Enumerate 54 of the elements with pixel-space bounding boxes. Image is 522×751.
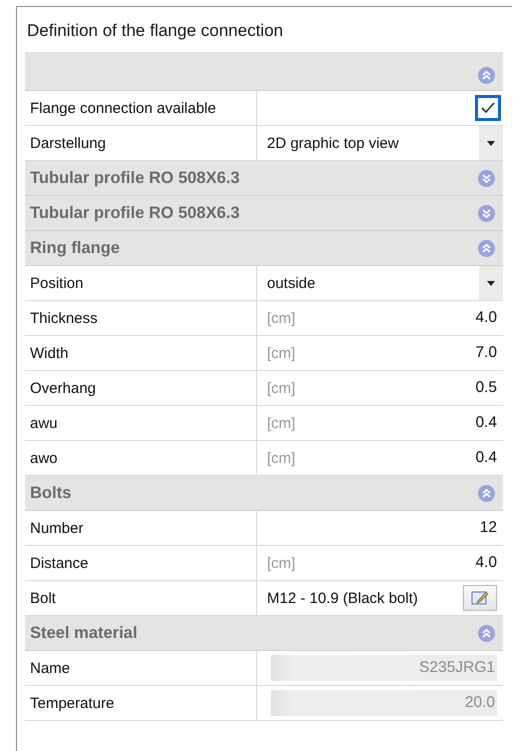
- property-label: Flange connection available: [25, 91, 257, 125]
- checkbox[interactable]: [475, 95, 501, 121]
- section-title: Steel material: [30, 624, 138, 642]
- property-label: Thickness: [25, 301, 257, 335]
- unit-label: [cm]: [266, 554, 296, 572]
- section-title: Tubular profile RO 508X6.3: [30, 204, 240, 222]
- section-header[interactable]: Ring flange: [25, 231, 503, 266]
- collapse-icon[interactable]: [478, 240, 495, 256]
- expand-icon[interactable]: [478, 204, 495, 222]
- value-field: 20.0: [271, 690, 497, 716]
- property-label: Position: [25, 266, 257, 300]
- dropdown-value[interactable]: outside: [257, 274, 316, 292]
- window-title: Definition of the flange connection: [26, 20, 284, 42]
- unit-label: [cm]: [266, 310, 296, 326]
- value-field[interactable]: 0.5: [475, 379, 497, 397]
- collapse-icon[interactable]: [478, 484, 495, 502]
- section-title: Bolts: [30, 484, 72, 502]
- property-label: Overhang: [25, 371, 257, 405]
- collapse-icon[interactable]: [478, 67, 495, 84]
- checkmark-icon: [480, 100, 496, 116]
- property-label: awu: [25, 406, 257, 440]
- value-field[interactable]: 12: [480, 519, 497, 537]
- property-label: Darstellung: [25, 126, 257, 160]
- expand-icon[interactable]: [478, 170, 495, 186]
- property-label: Name: [25, 651, 257, 685]
- dropdown-caret[interactable]: [479, 266, 503, 300]
- property-label: Bolt: [25, 581, 257, 615]
- property-label: Width: [25, 336, 257, 370]
- bolt-value: M12 - 10.9 (Black bolt): [266, 590, 418, 606]
- value-field[interactable]: 4.0: [475, 554, 497, 572]
- section-title: Ring flange: [30, 238, 120, 258]
- section-header[interactable]: Bolts: [25, 476, 503, 511]
- section-header[interactable]: Tubular profile RO 508X6.3: [25, 161, 503, 196]
- edit-button[interactable]: [463, 585, 497, 611]
- value-field[interactable]: 0.4: [475, 449, 497, 467]
- value-field[interactable]: 7.0: [475, 344, 497, 362]
- dropdown-value[interactable]: 2D graphic top view: [257, 134, 399, 152]
- section-header[interactable]: Tubular profile RO 508X6.3: [25, 196, 503, 231]
- section-title: Tubular profile RO 508X6.3: [30, 168, 240, 188]
- property-label: awo: [25, 441, 257, 475]
- collapse-icon[interactable]: [478, 624, 495, 642]
- property-label: Temperature: [25, 686, 257, 720]
- unit-label: [cm]: [266, 344, 296, 362]
- dropdown-caret[interactable]: [479, 126, 503, 160]
- section-header[interactable]: Steel material: [25, 616, 503, 651]
- edit-icon: [471, 590, 489, 606]
- value-field: S235JRG1: [271, 655, 497, 681]
- property-label: Number: [25, 511, 257, 545]
- property-label: Distance: [25, 546, 257, 580]
- value-field[interactable]: 0.4: [475, 414, 497, 432]
- value-field[interactable]: 4.0: [475, 309, 497, 327]
- unit-label: [cm]: [266, 450, 296, 466]
- unit-label: [cm]: [266, 380, 296, 396]
- unit-label: [cm]: [266, 414, 296, 432]
